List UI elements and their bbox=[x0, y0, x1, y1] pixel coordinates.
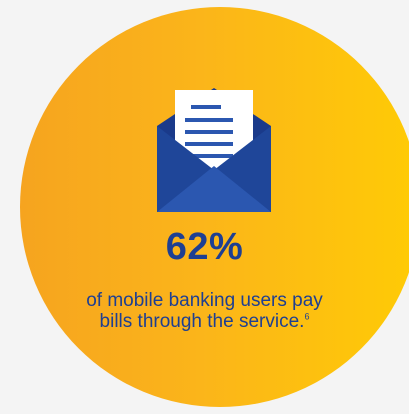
stat-caption: of mobile banking users pay bills throug… bbox=[0, 290, 409, 332]
footnote-marker: 6 bbox=[304, 311, 310, 322]
stat-caption-line-1: of mobile banking users pay bbox=[86, 290, 323, 311]
stat-caption-line-2: bills through the service.6 bbox=[0, 311, 409, 332]
stat-caption-line-2-text: bills through the service. bbox=[99, 311, 305, 332]
stat-value: 62% bbox=[165, 226, 244, 268]
envelope-open-letter-icon bbox=[157, 88, 271, 212]
